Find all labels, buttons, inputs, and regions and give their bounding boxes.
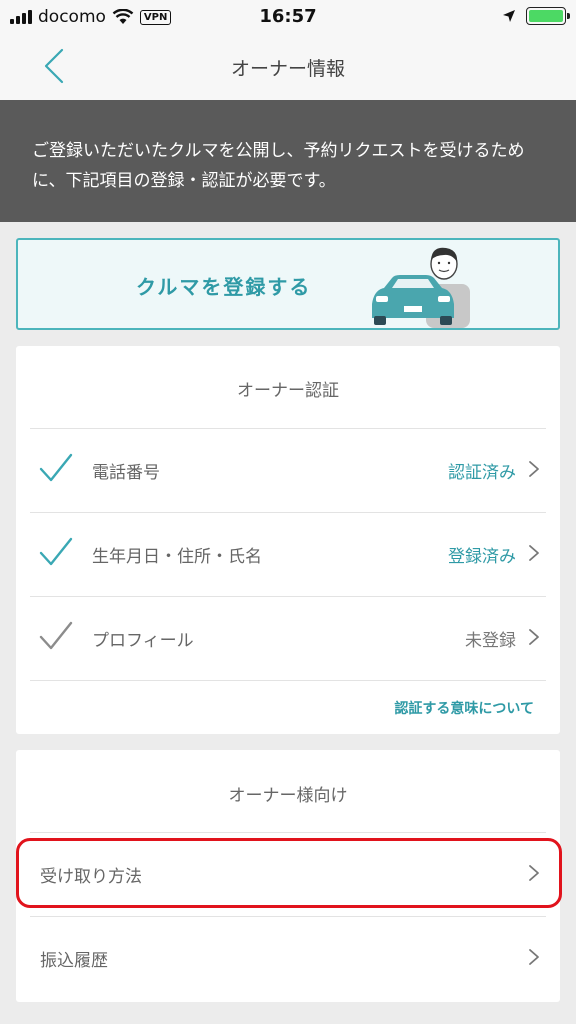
divider bbox=[30, 512, 546, 513]
auth-row-label: プロフィール bbox=[92, 631, 194, 651]
owner-menu-card: オーナー様向け 受け取り方法 振込履歴 bbox=[16, 750, 560, 1002]
owner-auth-title: オーナー認証 bbox=[237, 381, 339, 401]
auth-status-text: 未登録 bbox=[465, 631, 516, 651]
chevron-right-icon bbox=[529, 545, 539, 561]
menu-row-label: 受け取り方法 bbox=[40, 867, 142, 887]
register-car-label: クルマを登録する bbox=[136, 275, 312, 299]
auth-row-label: 生年月日・住所・氏名 bbox=[92, 547, 262, 567]
location-arrow-icon bbox=[503, 10, 515, 22]
auth-bottom-divider bbox=[30, 680, 546, 681]
divider bbox=[30, 680, 546, 681]
chevron-right-icon bbox=[529, 949, 539, 965]
status-time: 16:57 bbox=[259, 6, 317, 27]
chevron-right-icon bbox=[529, 865, 539, 881]
car-owner-illustration-icon bbox=[372, 247, 470, 328]
status-right bbox=[502, 7, 570, 25]
owner-auth-card: オーナー認証 電話番号 認証済み 生年月日・住所・氏名 登録済み プロフィール … bbox=[16, 346, 560, 734]
auth-row-phone[interactable]: 電話番号 認証済み bbox=[30, 428, 546, 512]
battery-icon bbox=[526, 7, 570, 25]
divider bbox=[30, 428, 546, 429]
auth-meaning-link[interactable]: 認証する意味について bbox=[394, 698, 534, 718]
menu-row-label: 振込履歴 bbox=[40, 951, 108, 971]
menu-row-receive-method[interactable]: 受け取り方法 bbox=[30, 832, 546, 916]
auth-row-label: 電話番号 bbox=[92, 463, 160, 483]
info-banner: ご登録いただいたクルマを公開し、予約リクエストを受けるために、下記項目の登録・認… bbox=[0, 100, 576, 222]
auth-row-profile[interactable]: プロフィール 未登録 bbox=[30, 596, 546, 680]
menu-row-transfer-history[interactable]: 振込履歴 bbox=[30, 916, 546, 1000]
divider bbox=[30, 916, 546, 917]
check-icon bbox=[39, 621, 73, 650]
page-title: オーナー情報 bbox=[230, 58, 345, 80]
register-car-button[interactable]: クルマを登録する bbox=[16, 238, 560, 330]
owner-menu-title: オーナー様向け bbox=[228, 786, 348, 806]
auth-row-identity[interactable]: 生年月日・住所・氏名 登録済み bbox=[30, 512, 546, 596]
check-icon bbox=[39, 537, 73, 566]
chevron-right-icon bbox=[529, 629, 539, 645]
nav-bar: オーナー情報 bbox=[0, 34, 576, 100]
check-icon bbox=[39, 453, 73, 482]
status-bar: docomo VPN 16:57 bbox=[0, 0, 576, 34]
chevron-right-icon bbox=[529, 461, 539, 477]
divider bbox=[30, 596, 546, 597]
info-banner-text: ご登録いただいたクルマを公開し、予約リクエストを受けるために、下記項目の登録・認… bbox=[32, 141, 525, 191]
divider bbox=[30, 832, 546, 833]
auth-status-text: 認証済み bbox=[448, 463, 516, 483]
auth-status-text: 登録済み bbox=[448, 547, 516, 567]
